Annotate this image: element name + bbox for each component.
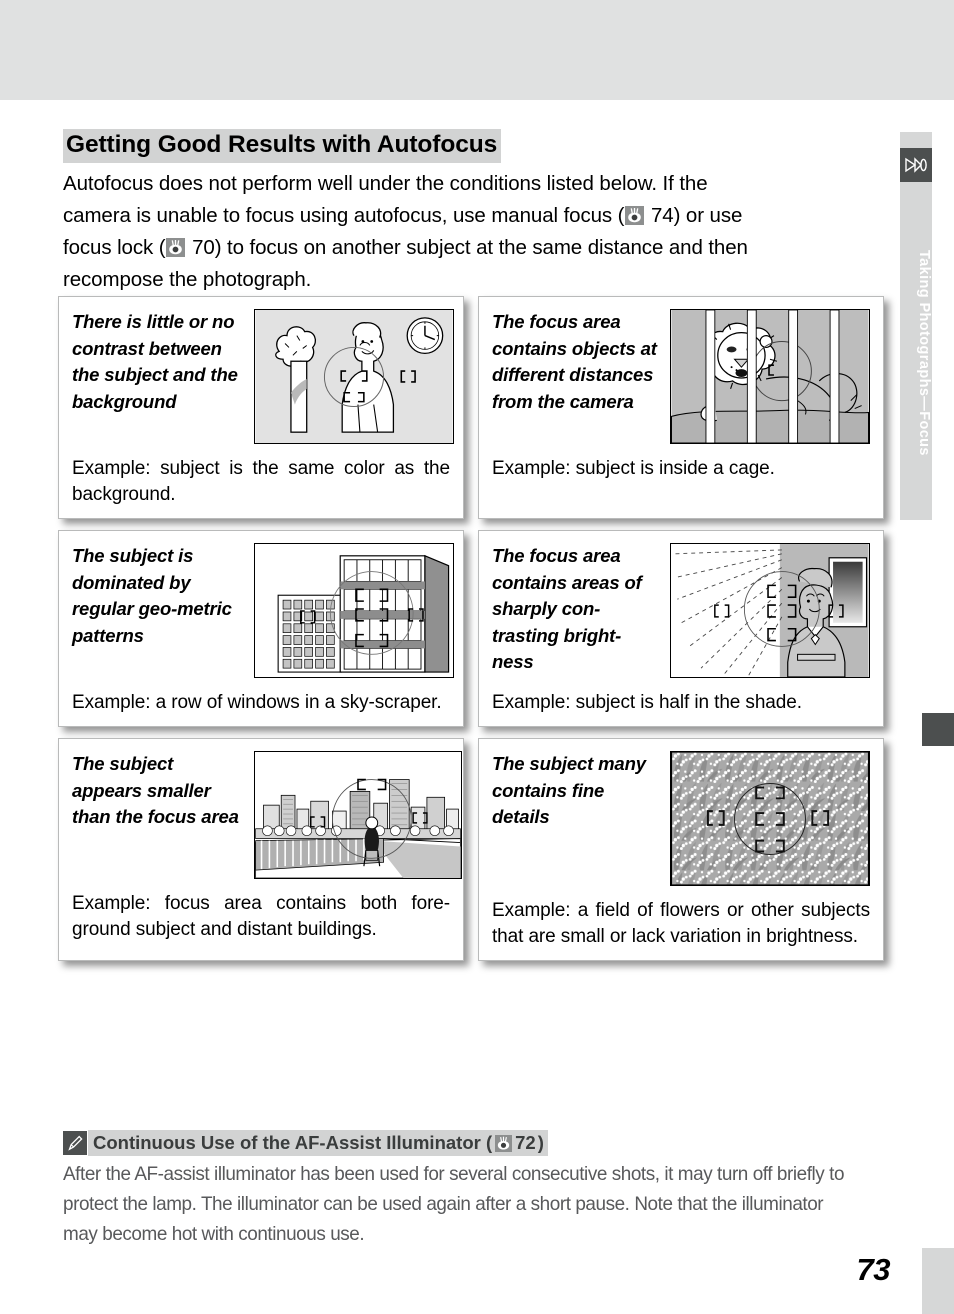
pencil-icon [63,1131,87,1155]
card-top: The focus area contains objects at diffe… [492,309,870,444]
card-row-1: There is little or no contrast between t… [58,296,884,519]
top-margin-band [0,0,954,100]
example-text: Example: a field of flowers or other sub… [492,900,870,947]
card-top: The subject appears smaller than the foc… [72,751,462,879]
condition-card: The subject many contains fine details E… [478,738,884,961]
page-reference-icon [625,206,645,225]
condition-card: The focus area contains areas of sharply… [478,530,884,727]
woman-half-in-shade-illustration [670,543,870,678]
card-row-3: The subject appears smaller than the foc… [58,738,884,961]
condition-text: The focus area contains areas of sharply… [492,545,642,672]
condition-text: The focus area contains objects at diffe… [492,311,657,412]
card-top: The focus area contains areas of sharply… [492,543,870,678]
condition-card: The subject is dominated by regular geo-… [58,530,464,727]
note-body: After the AF-assist illuminator has been… [63,1163,845,1245]
condition-text: There is little or no contrast between t… [72,311,238,412]
page-title-text: Getting Good Results with Autofocus [63,129,502,163]
lion-behind-cage-bars-illustration [670,309,870,444]
note-title-a: Continuous Use of the AF-Assist Illumina… [93,1132,493,1153]
thumb-index-marker [922,713,954,746]
card-row-2: The subject is dominated by regular geo-… [58,530,884,727]
chapter-tab-label: Taking Photographs—Focus [916,250,932,456]
intro-line-3-a: focus lock ( [63,236,166,259]
card-top: The subject is dominated by regular geo-… [72,543,454,678]
card-top: There is little or no contrast between t… [72,309,454,444]
page-reference-icon [166,238,186,257]
note-block: Continuous Use of the AF-Assist Illumina… [63,1130,883,1249]
intro-ref-page-1: 74 [651,204,674,227]
page-number: 73 [856,1252,891,1287]
condition-text: The subject appears smaller than the foc… [72,753,239,827]
woman-tree-clock-illustration [254,309,454,444]
condition-card: The focus area contains objects at diffe… [478,296,884,519]
condition-card: The subject appears smaller than the foc… [58,738,464,961]
intro-line-2-b: ) or use [673,204,743,227]
page-edge-band [922,1248,954,1314]
camera-lens-icon [900,148,932,182]
intro-line-2: camera is unable to focus using autofocu… [63,200,879,232]
skyscraper-windows-illustration [254,543,454,678]
note-title-ref: 72 [515,1132,536,1153]
note-heading: Continuous Use of the AF-Assist Illumina… [63,1130,883,1156]
cityscape-bridge-person-illustration [254,751,462,879]
note-title-b: ) [537,1132,544,1153]
intro-ref-page-2: 70 [192,236,215,259]
intro-line-3: focus lock ( 70) to focus on another sub… [63,232,879,264]
example-text: Example: subject is the same color as th… [72,458,450,505]
example-text: Example: focus area contains both fore-g… [72,893,450,940]
intro-line-3-b: ) to focus on another subject at the sam… [214,236,748,259]
intro-line-1: Autofocus does not perform well under th… [63,172,708,195]
condition-card: There is little or no contrast between t… [58,296,464,519]
condition-text: The subject is dominated by regular geo-… [72,545,232,646]
page-title: Getting Good Results with Autofocus [63,129,502,163]
example-text: Example: subject is half in the shade. [492,692,802,713]
intro-paragraph: Autofocus does not perform well under th… [63,168,879,296]
field-of-flowers-illustration [670,751,870,886]
example-text: Example: a row of windows in a sky-scrap… [72,692,442,713]
intro-line-2-a: camera is unable to focus using autofocu… [63,204,625,227]
note-title: Continuous Use of the AF-Assist Illumina… [88,1130,548,1156]
condition-text: The subject many contains fine details [492,753,646,827]
page-reference-icon [495,1134,513,1152]
card-top: The subject many contains fine details [492,751,870,886]
condition-cards-grid: There is little or no contrast between t… [58,296,884,972]
example-text: Example: subject is inside a cage. [492,458,775,479]
intro-line-4: recompose the photograph. [63,268,312,291]
